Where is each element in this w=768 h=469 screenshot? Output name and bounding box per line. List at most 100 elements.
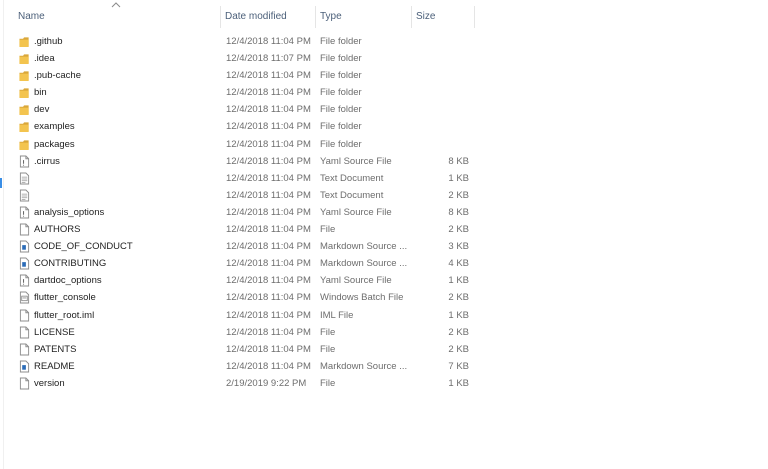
file-date-modified: 12/4/2018 11:04 PM xyxy=(226,138,311,150)
file-icon-cell xyxy=(19,341,31,358)
file-row[interactable]: CODE_OF_CONDUCT 12/4/2018 11:04 PM Markdow… xyxy=(0,238,768,255)
file-type: Text Document xyxy=(320,172,384,184)
file-type: File xyxy=(320,377,336,389)
file-row[interactable]: dartdoc_options 12/4/2018 11:04 PM Yaml So… xyxy=(0,272,768,289)
file-icon-cell xyxy=(19,50,31,67)
file-name: README xyxy=(34,360,75,372)
column-header-date-label: Date modified xyxy=(225,11,287,22)
file-date-modified: 12/4/2018 11:04 PM xyxy=(226,258,311,270)
file-row[interactable]: AUTHORS 12/4/2018 11:04 PM File 2 KB xyxy=(0,221,768,238)
file-row[interactable]: .github 12/4/2018 11:04 PM File folder xyxy=(0,33,768,50)
file-size xyxy=(414,50,469,67)
file-row[interactable]: bin 12/4/2018 11:04 PM File folder xyxy=(0,84,768,101)
column-header-type[interactable]: Type xyxy=(316,0,412,33)
markdown-file-icon xyxy=(19,257,30,270)
file-size xyxy=(414,67,469,84)
file-icon-cell xyxy=(19,238,31,255)
file-name: AUTHORS xyxy=(34,224,81,236)
column-divider[interactable] xyxy=(474,6,475,28)
blank-file-icon xyxy=(19,343,30,356)
file-row[interactable]: CONTRIBUTING 12/4/2018 11:04 PM Markdown S… xyxy=(0,255,768,272)
folder-icon xyxy=(19,71,29,82)
file-row[interactable]: .cirrus 12/4/2018 11:04 PM Yaml Source Fil… xyxy=(0,153,768,170)
file-date-modified: 12/4/2018 11:04 PM xyxy=(226,87,311,99)
file-row[interactable]: LICENSE 12/4/2018 11:04 PM File 2 KB xyxy=(0,324,768,341)
file-size: 4 KB xyxy=(448,258,469,270)
markdown-file-icon xyxy=(19,360,30,373)
file-name: .pub-cache xyxy=(34,70,82,82)
file-type: File folder xyxy=(320,138,362,150)
file-row[interactable]: README 12/4/2018 11:04 PM Markdown Source … xyxy=(0,358,768,375)
file-size: 2 KB xyxy=(448,292,469,304)
file-name xyxy=(34,187,214,204)
file-icon-cell xyxy=(19,118,31,135)
file-type: File folder xyxy=(320,36,362,47)
file-date-modified: 12/4/2018 11:04 PM xyxy=(226,70,311,82)
folder-icon xyxy=(19,88,29,99)
file-row[interactable]: examples 12/4/2018 11:04 PM File folder xyxy=(0,118,768,135)
file-name: version xyxy=(34,377,65,389)
folder-icon xyxy=(19,105,29,116)
file-size: 1 KB xyxy=(448,309,469,321)
folder-icon xyxy=(19,54,29,65)
file-icon-cell xyxy=(19,307,31,324)
file-icon-cell xyxy=(19,289,31,306)
file-type: File folder xyxy=(320,53,362,65)
column-header-name[interactable]: Name xyxy=(0,0,221,33)
file-date-modified: 12/4/2018 11:04 PM xyxy=(226,343,311,355)
file-type: File folder xyxy=(320,121,362,133)
file-date-modified: 12/4/2018 11:04 PM xyxy=(226,189,311,201)
file-date-modified: 2/19/2019 9:22 PM xyxy=(226,377,307,389)
yaml-file-icon xyxy=(19,206,30,219)
file-size: 1 KB xyxy=(448,275,469,287)
file-size: 1 KB xyxy=(448,172,469,184)
file-row[interactable]: analysis_options 12/4/2018 11:04 PM Yaml S… xyxy=(0,204,768,221)
column-header-date[interactable]: Date modified xyxy=(221,0,316,33)
file-row[interactable]: packages 12/4/2018 11:04 PM File folder xyxy=(0,136,768,153)
file-icon-cell xyxy=(19,204,31,221)
file-name: dev xyxy=(34,104,50,116)
file-row[interactable]: flutter_root.iml 12/4/2018 11:04 PM IML Fi… xyxy=(0,307,768,324)
file-size xyxy=(414,84,469,101)
file-type: Yaml Source File xyxy=(320,275,392,287)
file-size: 2 KB xyxy=(448,189,469,201)
file-date-modified: 12/4/2018 11:04 PM xyxy=(226,155,311,167)
file-name: .github xyxy=(34,36,63,47)
file-row[interactable]: version 2/19/2019 9:22 PM File 1 KB xyxy=(0,375,768,392)
file-type: File xyxy=(320,326,336,338)
file-row[interactable]: 12/4/2018 11:04 PM Text Document 2 KB xyxy=(0,187,768,204)
file-icon-cell xyxy=(19,84,31,101)
text-file-icon xyxy=(19,172,30,185)
file-icon-cell xyxy=(19,33,31,50)
file-name: .cirrus xyxy=(34,155,60,167)
file-size: 1 KB xyxy=(448,377,469,389)
yaml-file-icon xyxy=(19,274,30,287)
file-icon-cell xyxy=(19,170,31,187)
file-type: File xyxy=(320,224,336,236)
file-size xyxy=(414,101,469,118)
file-row[interactable]: 12/4/2018 11:04 PM Text Document 1 KB xyxy=(0,170,768,187)
file-icon-cell xyxy=(19,375,31,392)
file-row[interactable]: flutter_console 12/4/2018 11:04 PM Windows… xyxy=(0,289,768,306)
file-type: Yaml Source File xyxy=(320,206,392,218)
file-row[interactable]: .pub-cache 12/4/2018 11:04 PM File folder xyxy=(0,67,768,84)
file-icon-cell xyxy=(19,136,31,153)
file-date-modified: 12/4/2018 11:04 PM xyxy=(226,224,311,236)
file-name: PATENTS xyxy=(34,343,77,355)
file-type: Text Document xyxy=(320,189,384,201)
file-name: CONTRIBUTING xyxy=(34,258,107,270)
column-header-bar: Name Date modified Type Size xyxy=(0,0,768,33)
column-header-size[interactable]: Size xyxy=(412,0,475,33)
file-icon-cell xyxy=(19,358,31,375)
folder-icon xyxy=(19,122,29,133)
blank-file-icon xyxy=(19,309,30,321)
file-icon-cell xyxy=(19,324,31,341)
file-icon-cell xyxy=(19,272,31,289)
file-row[interactable]: PATENTS 12/4/2018 11:04 PM File 2 KB xyxy=(0,341,768,358)
file-row[interactable]: dev 12/4/2018 11:04 PM File folder xyxy=(0,101,768,118)
file-name: LICENSE xyxy=(34,326,75,338)
file-row[interactable]: .idea 12/4/2018 11:07 PM File folder xyxy=(0,50,768,67)
file-name: analysis_options xyxy=(34,206,105,218)
file-date-modified: 12/4/2018 11:04 PM xyxy=(226,309,311,321)
file-name: .idea xyxy=(34,53,55,65)
